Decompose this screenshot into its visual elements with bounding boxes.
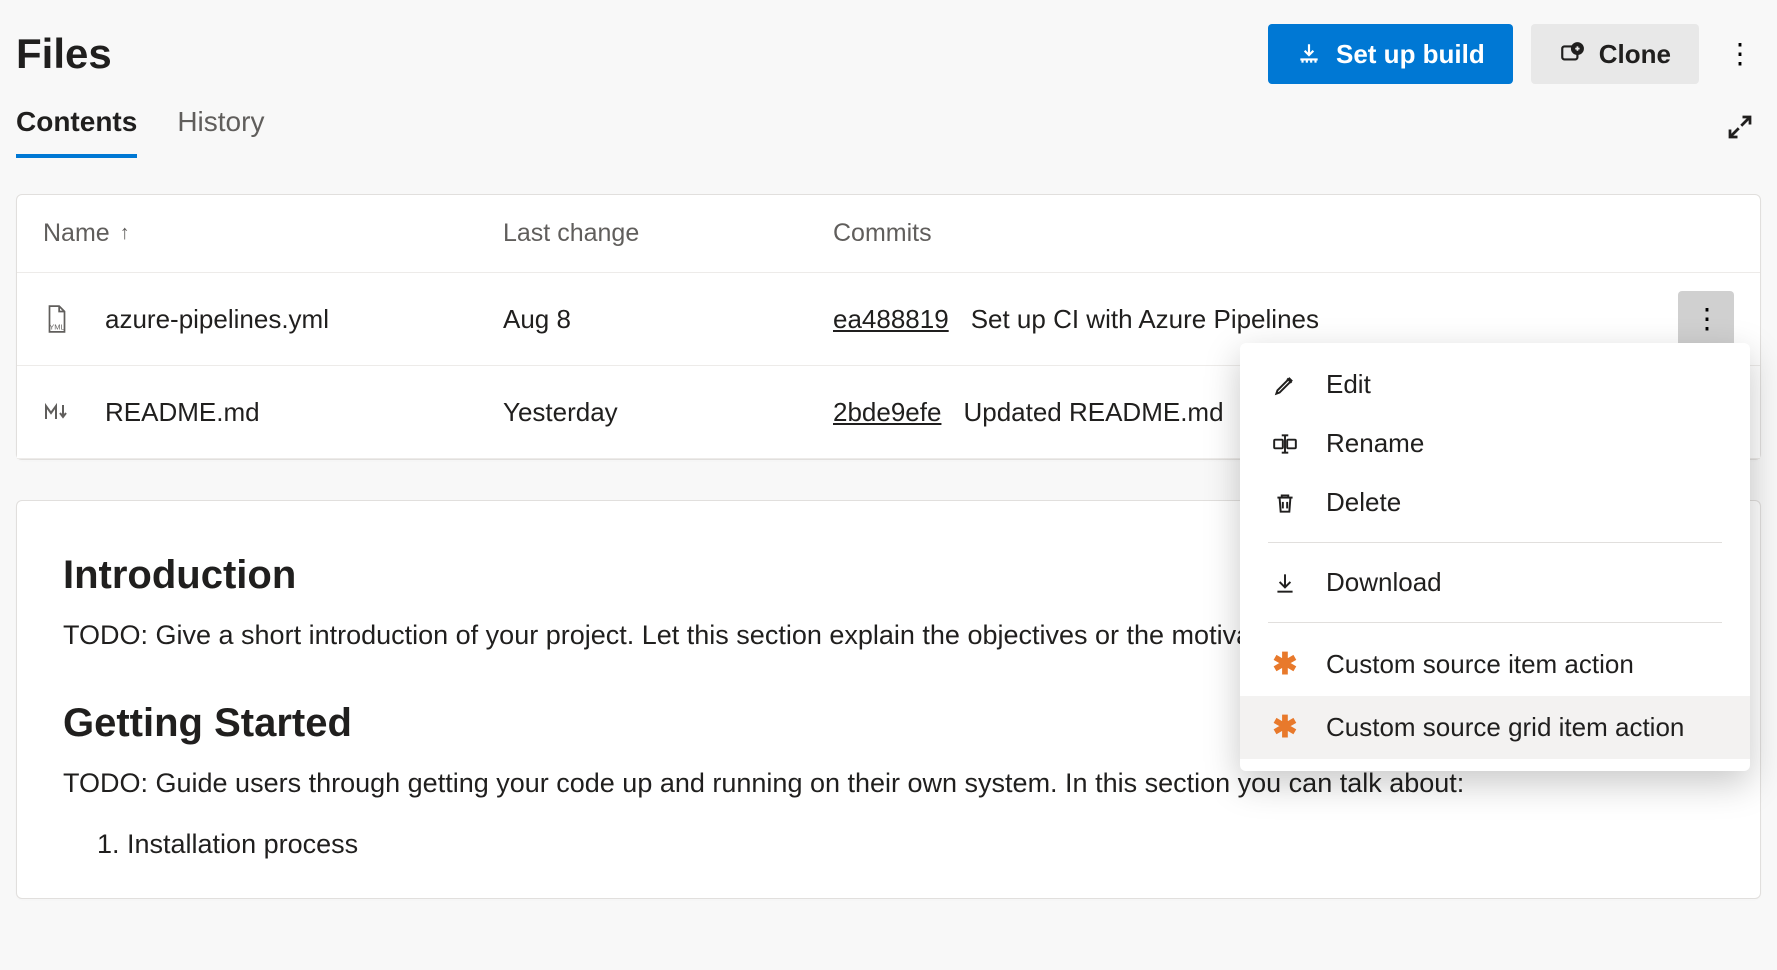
tabs: Contents History — [16, 96, 264, 158]
menu-item-label: Custom source grid item action — [1326, 712, 1684, 743]
column-name-header[interactable]: Name ↑ — [43, 219, 503, 248]
kebab-icon: ⋮ — [1726, 40, 1752, 68]
download-icon — [1270, 570, 1300, 596]
delete-icon — [1270, 490, 1300, 516]
menu-item-delete[interactable]: Delete — [1240, 473, 1750, 532]
rocket-icon — [1296, 41, 1322, 67]
table-header: Name ↑ Last change Commits — [17, 195, 1760, 273]
menu-item-custom-source-item[interactable]: ✱ Custom source item action — [1240, 633, 1750, 696]
menu-divider — [1268, 622, 1722, 623]
file-name: azure-pipelines.yml — [105, 304, 329, 335]
fullscreen-button[interactable] — [1719, 106, 1761, 148]
clone-icon — [1559, 41, 1585, 67]
clone-label: Clone — [1599, 39, 1671, 70]
asterisk-icon: ✱ — [1270, 647, 1300, 682]
setup-build-label: Set up build — [1336, 39, 1485, 70]
readme-list-item: Installation process — [127, 829, 1714, 860]
tab-history[interactable]: History — [177, 96, 264, 158]
file-last-change: Yesterday — [503, 397, 833, 428]
page-header: Files Set up build — [16, 0, 1761, 96]
column-last-change-label: Last change — [503, 219, 639, 247]
file-name: README.md — [105, 397, 260, 428]
header-actions: Set up build Clone ⋮ — [1268, 24, 1761, 84]
fullscreen-icon — [1725, 112, 1755, 142]
menu-item-label: Download — [1326, 567, 1442, 598]
menu-divider — [1268, 542, 1722, 543]
menu-item-edit[interactable]: Edit — [1240, 355, 1750, 414]
tabs-row: Contents History — [16, 96, 1761, 158]
kebab-icon: ⋮ — [1693, 305, 1719, 333]
column-last-change-header[interactable]: Last change — [503, 219, 833, 248]
column-commits-header[interactable]: Commits — [833, 219, 1664, 248]
tab-contents[interactable]: Contents — [16, 96, 137, 158]
menu-item-label: Delete — [1326, 487, 1401, 518]
commit-hash-link[interactable]: ea488819 — [833, 304, 949, 335]
setup-build-button[interactable]: Set up build — [1268, 24, 1513, 84]
menu-item-custom-source-grid-item[interactable]: ✱ Custom source grid item action — [1240, 696, 1750, 759]
menu-item-label: Edit — [1326, 369, 1371, 400]
menu-item-download[interactable]: Download — [1240, 553, 1750, 612]
row-context-menu: Edit Rename Delete — [1240, 343, 1750, 771]
menu-item-label: Custom source item action — [1326, 649, 1634, 680]
commit-hash-link[interactable]: 2bde9efe — [833, 397, 941, 428]
more-actions-button[interactable]: ⋮ — [1717, 32, 1761, 76]
rename-icon — [1270, 431, 1300, 457]
commit-message: Set up CI with Azure Pipelines — [971, 304, 1319, 335]
edit-icon — [1270, 372, 1300, 398]
clone-button[interactable]: Clone — [1531, 24, 1699, 84]
row-more-actions-button[interactable]: ⋮ — [1678, 291, 1734, 347]
menu-item-rename[interactable]: Rename — [1240, 414, 1750, 473]
sort-asc-icon: ↑ — [120, 222, 130, 245]
readme-ordered-list: Installation process — [63, 829, 1714, 860]
yml-file-icon: YML — [43, 304, 71, 334]
column-commits-label: Commits — [833, 219, 932, 248]
asterisk-icon: ✱ — [1270, 710, 1300, 745]
files-table: Name ↑ Last change Commits YML azure-p — [16, 194, 1761, 460]
menu-item-label: Rename — [1326, 428, 1424, 459]
file-last-change: Aug 8 — [503, 304, 833, 335]
md-file-icon — [43, 401, 71, 423]
svg-text:YML: YML — [49, 323, 64, 332]
column-name-label: Name — [43, 219, 110, 248]
column-actions-header — [1664, 219, 1734, 248]
page-title: Files — [16, 30, 112, 78]
commit-message: Updated README.md — [963, 397, 1223, 428]
